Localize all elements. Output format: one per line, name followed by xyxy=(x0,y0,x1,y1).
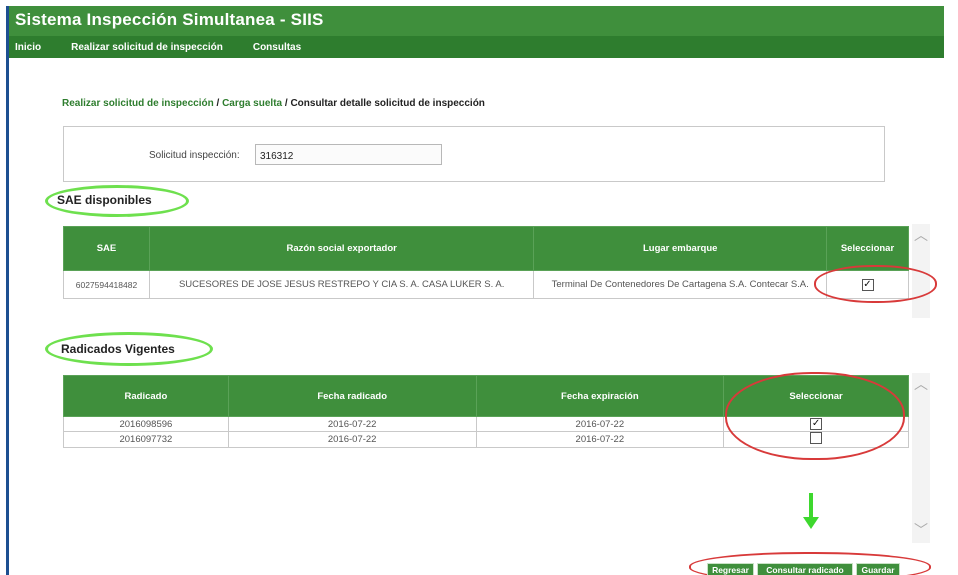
top-navigation: Inicio Realizar solicitud de inspección … xyxy=(9,36,944,58)
fecha-expiracion-cell: 2016-07-22 xyxy=(475,431,725,448)
breadcrumb-separator: / xyxy=(213,98,223,109)
sae-header-lugar: Lugar embarque xyxy=(533,226,828,271)
consultar-radicado-button[interactable]: Consultar radicado xyxy=(757,563,853,575)
fecha-radicado-cell: 2016-07-22 xyxy=(227,431,477,448)
chevron-up-icon[interactable]: ︿ xyxy=(912,375,930,393)
sae-header-sae: SAE xyxy=(63,226,150,271)
nav-item-inicio[interactable]: Inicio xyxy=(15,42,41,53)
radicados-header-radicado: Radicado xyxy=(63,375,229,417)
browser-frame: Sistema Inspección Simultanea - SIIS Ini… xyxy=(6,6,944,575)
fecha-expiracion-cell: 2016-07-22 xyxy=(475,416,725,432)
breadcrumb-link-carga-suelta[interactable]: Carga suelta xyxy=(222,98,282,109)
guardar-button[interactable]: Guardar xyxy=(856,563,900,575)
radicado-cell: 2016098596 xyxy=(63,416,229,432)
radicados-scrollbar[interactable] xyxy=(912,373,930,543)
sae-header-razon: Razón social exportador xyxy=(148,226,535,271)
app-title: Sistema Inspección Simultanea - SIIS xyxy=(9,6,944,36)
sae-cell: 6027594418482 xyxy=(63,270,150,299)
solicitud-label: Solicitud inspección: xyxy=(149,150,240,161)
solicitud-input[interactable] xyxy=(255,144,442,165)
radicados-header-expiracion: Fecha expiración xyxy=(475,375,725,417)
breadcrumb: Realizar solicitud de inspección / Carga… xyxy=(62,98,485,109)
sae-section-title: SAE disponibles xyxy=(57,193,152,207)
breadcrumb-current: Consultar detalle solicitud de inspecció… xyxy=(290,98,485,109)
razon-cell: SUCESORES DE JOSE JESUS RESTREPO Y CIA S… xyxy=(148,270,535,299)
arrow-down-icon xyxy=(803,493,819,529)
chevron-down-icon[interactable]: ﹀ xyxy=(912,521,930,539)
search-panel: Solicitud inspección: xyxy=(63,126,885,182)
fecha-radicado-cell: 2016-07-22 xyxy=(227,416,477,432)
nav-item-realizar-solicitud[interactable]: Realizar solicitud de inspección xyxy=(71,42,223,53)
sae-header-seleccionar: Seleccionar xyxy=(826,226,909,271)
nav-item-consultas[interactable]: Consultas xyxy=(253,42,301,53)
lugar-cell: Terminal De Contenedores De Cartagena S.… xyxy=(533,270,828,299)
radicado-cell: 2016097732 xyxy=(63,431,229,448)
radicados-section-title: Radicados Vigentes xyxy=(61,342,175,356)
annotation-oval-red xyxy=(725,372,905,460)
annotation-oval-red xyxy=(814,265,937,303)
chevron-up-icon[interactable]: ︿ xyxy=(912,226,930,244)
table-row: 6027594418482 SUCESORES DE JOSE JESUS RE… xyxy=(63,270,909,299)
sae-table: SAE Razón social exportador Lugar embarq… xyxy=(63,226,909,299)
radicados-header-fecha: Fecha radicado xyxy=(227,375,477,417)
breadcrumb-link-solicitud[interactable]: Realizar solicitud de inspección xyxy=(62,98,214,109)
regresar-button[interactable]: Regresar xyxy=(707,563,754,575)
